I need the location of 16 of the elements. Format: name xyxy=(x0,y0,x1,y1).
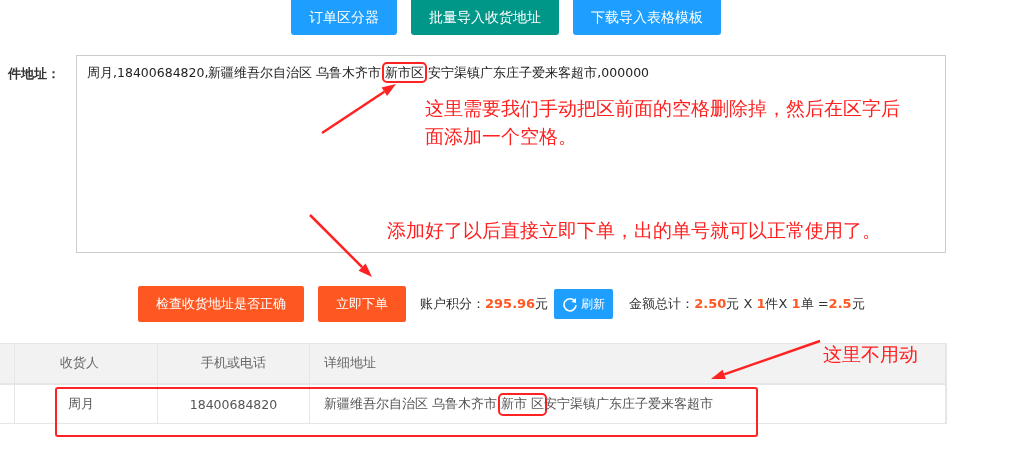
table-cell: 18400684820 xyxy=(158,385,310,423)
annotation-text: 添加好了以后直接立即下单，出的单号就可以正常使用了。 xyxy=(387,218,881,243)
refresh-button[interactable]: 刷新 xyxy=(554,289,614,319)
toolbar-button[interactable]: 批量导入收货地址 xyxy=(411,0,559,35)
total-amount-text: 金额总计：2.50元 X 1件X 1单 =2.5元 xyxy=(629,295,865,313)
account-points-text: 账户积分：295.96元 xyxy=(420,295,549,313)
column-header: 收货人 xyxy=(8,344,158,383)
action-button[interactable]: 立即下单 xyxy=(318,286,406,322)
toolbar-button[interactable]: 订单区分器 xyxy=(291,0,397,35)
table-cell: 周月 xyxy=(8,385,158,423)
field-label: 件地址： xyxy=(6,65,61,83)
column-header: 手机或电话 xyxy=(158,344,310,383)
action-button[interactable]: 检查收货地址是否正确 xyxy=(138,286,304,322)
annotation-text: 这里需要我们手动把区前面的空格删除掉，然后在区字后面添加一个空格。 xyxy=(425,96,901,149)
toolbar-button[interactable]: 下载导入表格模板 xyxy=(573,0,721,35)
annotation-text: 这里不用动 xyxy=(823,342,918,367)
